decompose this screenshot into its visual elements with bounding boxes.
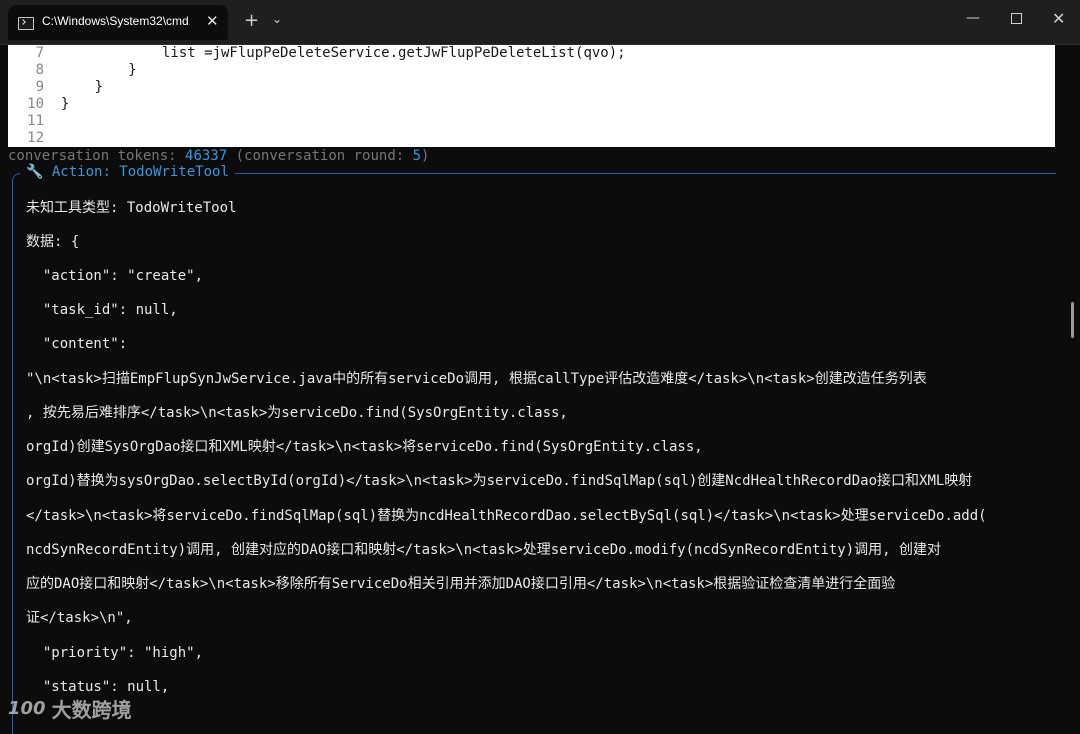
output-line: "content": bbox=[26, 336, 128, 352]
code-preview: 7 list =jwFlupPeDeleteService.getJwFlupP… bbox=[8, 45, 1055, 147]
output-line: 证</task>\n", bbox=[26, 610, 133, 626]
code-line: 12 bbox=[27, 130, 44, 146]
code-line: 8 } bbox=[35, 62, 137, 78]
output-line: orgId)创建SysOrgDao接口和XML映射</task>\n<task>… bbox=[26, 439, 703, 455]
cmd-icon bbox=[18, 17, 34, 30]
action-label: Action: TodoWriteTool bbox=[51, 164, 229, 180]
code-line: 7 list =jwFlupPeDeleteService.getJwFlupP… bbox=[35, 45, 626, 61]
action-header: 🔧 Action: TodoWriteTool bbox=[20, 164, 235, 180]
output-line: ncdSynRecordEntity)调用, 创建对应的DAO接口和映射</ta… bbox=[26, 542, 942, 558]
scrollbar-thumb[interactable] bbox=[1071, 302, 1074, 338]
close-window-button[interactable]: ✕ bbox=[1052, 9, 1065, 28]
output-line: 应的DAO接口和映射</task>\n<task>移除所有ServiceDo相关… bbox=[26, 576, 896, 592]
new-tab-button[interactable]: + bbox=[244, 10, 259, 31]
output-line: "task_id": null, bbox=[26, 302, 178, 318]
terminal-tab[interactable]: C:\Windows\System32\cmd.ex ✕ bbox=[8, 5, 228, 40]
chevron-down-icon[interactable]: ⌄ bbox=[272, 12, 282, 26]
conversation-stats: conversation tokens: 46337 (conversation… bbox=[8, 148, 430, 164]
output-line: "\n<task>扫描EmpFlupSynJwService.java中的所有s… bbox=[26, 371, 927, 387]
maximize-button[interactable] bbox=[1011, 13, 1022, 24]
wrench-icon: 🔧 bbox=[26, 164, 44, 180]
minimize-button[interactable]: — bbox=[966, 10, 980, 26]
output-line: </task>\n<task>将serviceDo.findSqlMap(sql… bbox=[26, 508, 987, 524]
watermark-logo: 100 bbox=[8, 698, 46, 719]
code-line: 10 } bbox=[27, 96, 70, 112]
close-tab-icon[interactable]: ✕ bbox=[206, 12, 219, 30]
watermark-text: 大数跨境 bbox=[51, 698, 132, 722]
output-line: 未知工具类型: TodoWriteTool bbox=[26, 200, 237, 216]
tab-title: C:\Windows\System32\cmd.ex bbox=[42, 14, 190, 28]
token-count: 46337 bbox=[185, 148, 228, 164]
title-bar: C:\Windows\System32\cmd.ex ✕ + ⌄ — ✕ bbox=[0, 0, 1080, 45]
output-line: "action": "create", bbox=[26, 268, 204, 284]
watermark: 100 大数跨境 bbox=[8, 694, 132, 723]
output-line: , 按先易后难排序</task>\n<task>为serviceDo.find(… bbox=[26, 405, 568, 421]
output-line: "priority": "high", bbox=[26, 645, 204, 661]
output-line: orgId)替换为sysOrgDao.selectById(orgId)</ta… bbox=[26, 473, 973, 489]
output-line: 数据: { bbox=[26, 234, 80, 250]
code-line: 11 bbox=[27, 113, 44, 129]
round-count: 5 bbox=[412, 148, 422, 164]
code-line: 9 } bbox=[35, 79, 104, 95]
